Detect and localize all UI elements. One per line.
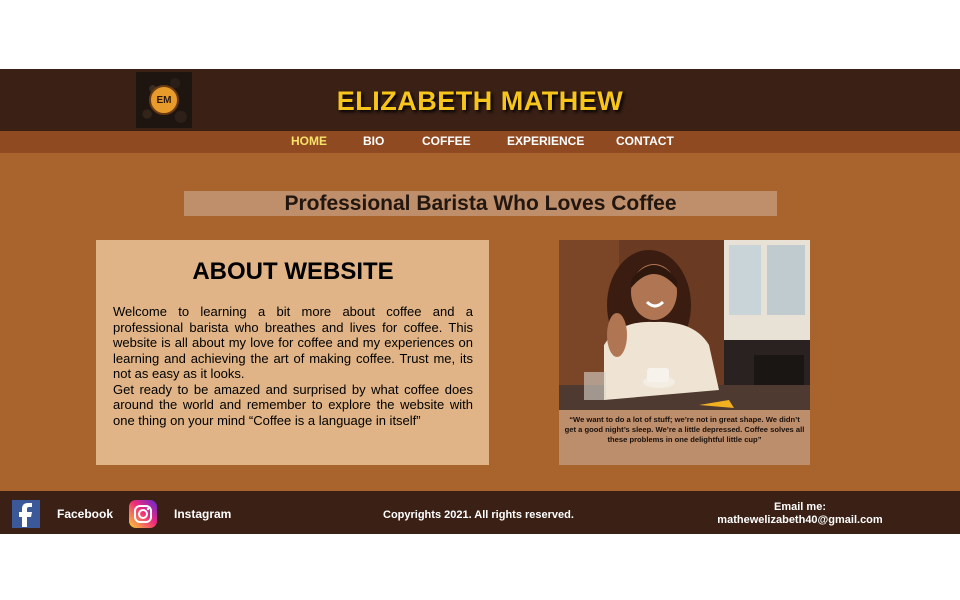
nav-coffee[interactable]: COFFEE — [422, 134, 471, 148]
tagline: Professional Barista Who Loves Coffee — [184, 191, 777, 216]
instagram-link[interactable]: Instagram — [174, 507, 231, 521]
nav-bio[interactable]: BIO — [363, 134, 384, 148]
instagram-icon[interactable] — [129, 500, 157, 528]
facebook-icon[interactable] — [12, 500, 40, 528]
nav-contact[interactable]: CONTACT — [616, 134, 674, 148]
photo-illustration — [559, 240, 810, 410]
about-section: ABOUT WEBSITE Welcome to learning a bit … — [96, 240, 489, 465]
email-block: Email me: mathewelizabeth40@gmail.com — [700, 501, 900, 527]
instagram-camera-glyph — [134, 505, 152, 523]
photo-card: “We want to do a lot of stuff; we’re not… — [559, 240, 810, 465]
profile-photo — [559, 240, 810, 410]
about-paragraph-1: Welcome to learning a bit more about cof… — [113, 304, 473, 381]
nav-bar — [0, 131, 960, 153]
facebook-link[interactable]: Facebook — [57, 507, 113, 521]
nav-experience[interactable]: EXPERIENCE — [507, 134, 584, 148]
facebook-f-glyph — [19, 503, 32, 527]
about-heading: ABOUT WEBSITE — [192, 258, 394, 285]
site-title: ELIZABETH MATHEW — [336, 86, 624, 116]
email-label: Email me: — [774, 501, 826, 513]
about-paragraph-2: Get ready to be amazed and surprised by … — [113, 381, 473, 428]
copyright-text: Copyrights 2021. All rights reserved. — [383, 509, 574, 521]
nav-home[interactable]: HOME — [291, 134, 327, 148]
photo-quote: “We want to do a lot of stuff; we’re not… — [564, 415, 805, 444]
email-address-link[interactable]: mathewelizabeth40@gmail.com — [700, 514, 900, 527]
